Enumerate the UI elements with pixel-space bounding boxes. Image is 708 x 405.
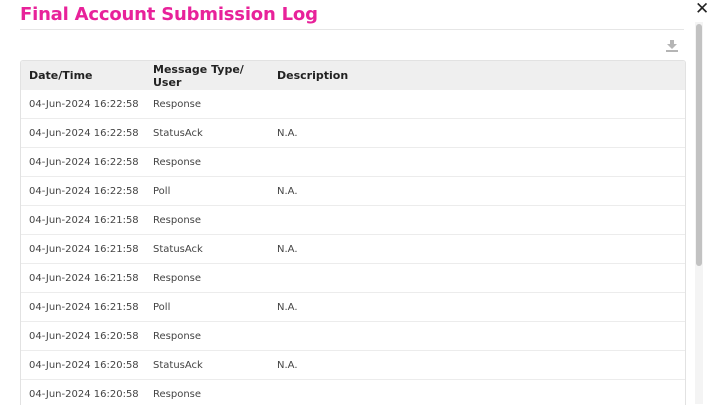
cell-message-type: StatusAck	[145, 351, 269, 380]
table-row: 04-Jun-2024 16:21:58PollN.A.	[21, 293, 685, 322]
cell-description	[269, 322, 685, 351]
table-row: 04-Jun-2024 16:20:58Response	[21, 322, 685, 351]
cell-message-type: Response	[145, 206, 269, 235]
cell-message-type: Poll	[145, 293, 269, 322]
cell-datetime: 04-Jun-2024 16:21:58	[21, 293, 145, 322]
cell-message-type: Response	[145, 264, 269, 293]
table-header-row: Date/Time Message Type/ User Description	[21, 61, 685, 90]
table-row: 04-Jun-2024 16:21:58StatusAckN.A.	[21, 235, 685, 264]
cell-datetime: 04-Jun-2024 16:22:58	[21, 148, 145, 177]
cell-datetime: 04-Jun-2024 16:21:58	[21, 206, 145, 235]
cell-description	[269, 380, 685, 405]
log-table-container: Date/Time Message Type/ User Description…	[20, 60, 686, 405]
column-header-description[interactable]: Description	[269, 61, 685, 90]
table-row: 04-Jun-2024 16:21:58Response	[21, 264, 685, 293]
close-icon[interactable]: ✕	[695, 0, 708, 18]
cell-description	[269, 148, 685, 177]
cell-description	[269, 90, 685, 119]
scrollbar-thumb[interactable]	[696, 24, 702, 266]
cell-description: N.A.	[269, 119, 685, 148]
cell-message-type: Response	[145, 322, 269, 351]
table-row: 04-Jun-2024 16:20:58StatusAckN.A.	[21, 351, 685, 380]
cell-description: N.A.	[269, 293, 685, 322]
table-row: 04-Jun-2024 16:20:58Response	[21, 380, 685, 405]
cell-message-type: StatusAck	[145, 235, 269, 264]
cell-description	[269, 206, 685, 235]
table-row: 04-Jun-2024 16:22:58Response	[21, 148, 685, 177]
cell-datetime: 04-Jun-2024 16:20:58	[21, 380, 145, 405]
cell-datetime: 04-Jun-2024 16:21:58	[21, 235, 145, 264]
table-row: 04-Jun-2024 16:22:58StatusAckN.A.	[21, 119, 685, 148]
cell-description: N.A.	[269, 177, 685, 206]
cell-datetime: 04-Jun-2024 16:21:58	[21, 264, 145, 293]
column-header-message-type[interactable]: Message Type/ User	[145, 61, 269, 90]
cell-message-type: Response	[145, 90, 269, 119]
column-header-datetime[interactable]: Date/Time	[21, 61, 145, 90]
cell-datetime: 04-Jun-2024 16:20:58	[21, 322, 145, 351]
table-row: 04-Jun-2024 16:21:58Response	[21, 206, 685, 235]
cell-datetime: 04-Jun-2024 16:22:58	[21, 119, 145, 148]
cell-description: N.A.	[269, 235, 685, 264]
cell-description: N.A.	[269, 351, 685, 380]
cell-message-type: Response	[145, 380, 269, 405]
cell-datetime: 04-Jun-2024 16:20:58	[21, 351, 145, 380]
log-table: Date/Time Message Type/ User Description…	[21, 61, 685, 405]
cell-datetime: 04-Jun-2024 16:22:58	[21, 90, 145, 119]
cell-datetime: 04-Jun-2024 16:22:58	[21, 177, 145, 206]
title-divider	[20, 29, 684, 30]
cell-message-type: Response	[145, 148, 269, 177]
table-row: 04-Jun-2024 16:22:58Response	[21, 90, 685, 119]
table-row: 04-Jun-2024 16:22:58PollN.A.	[21, 177, 685, 206]
cell-message-type: Poll	[145, 177, 269, 206]
download-icon[interactable]	[665, 39, 679, 53]
cell-message-type: StatusAck	[145, 119, 269, 148]
dialog-title: Final Account Submission Log	[20, 4, 318, 25]
cell-description	[269, 264, 685, 293]
